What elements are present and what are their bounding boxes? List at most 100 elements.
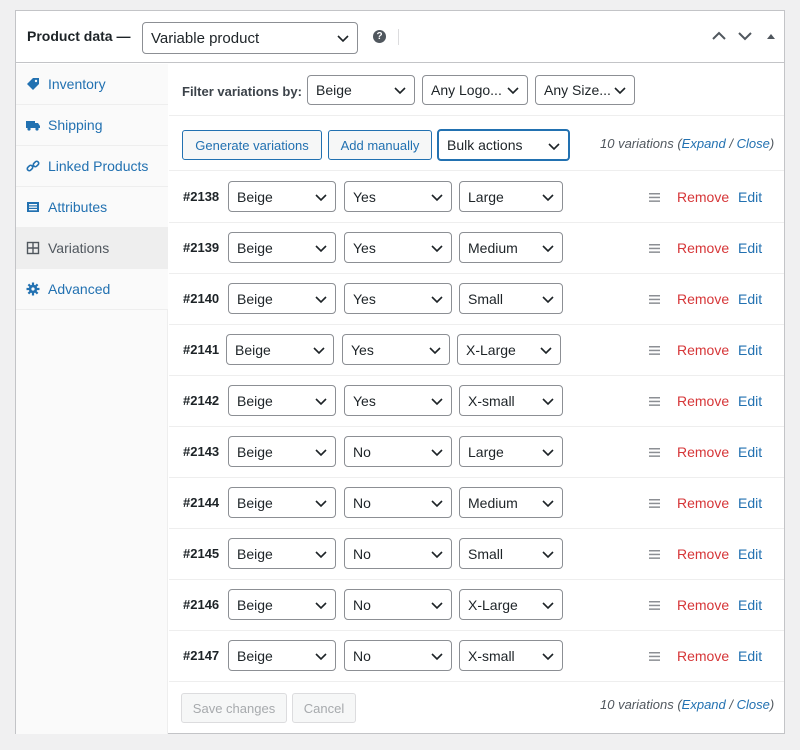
variation-logo-select[interactable]: Yes [344, 181, 452, 212]
variation-size-select[interactable]: X-Large [459, 589, 563, 620]
variation-color-select[interactable]: Beige [228, 487, 336, 518]
remove-variation-link[interactable]: Remove [677, 546, 729, 562]
edit-variation-link[interactable]: Edit [738, 444, 762, 460]
variation-color-select[interactable]: Beige [228, 436, 336, 467]
variations-count-footer: 10 variations (Expand / Close) [600, 697, 775, 712]
variation-logo-select[interactable]: No [344, 538, 452, 569]
filter-color-select[interactable]: Beige [307, 75, 415, 105]
drag-handle-icon[interactable] [649, 448, 660, 457]
edit-variation-link[interactable]: Edit [738, 648, 762, 664]
edit-variation-link[interactable]: Edit [738, 495, 762, 511]
variation-color-select[interactable]: Beige [228, 640, 336, 671]
variation-logo-select[interactable]: No [344, 436, 452, 467]
variation-logo-select[interactable]: Yes [344, 283, 452, 314]
remove-variation-link[interactable]: Remove [677, 648, 729, 664]
remove-variation-link[interactable]: Remove [677, 342, 729, 358]
filter-size-select[interactable]: Any Size... [535, 75, 635, 105]
edit-variation-link[interactable]: Edit [738, 240, 762, 256]
tab-attributes[interactable]: Attributes [16, 187, 168, 228]
variation-logo-select[interactable]: No [344, 589, 452, 620]
close-link[interactable]: Close [737, 136, 770, 151]
variation-id: #2138 [183, 189, 220, 204]
close-link[interactable]: Close [737, 697, 770, 712]
drag-handle-icon[interactable] [649, 244, 660, 253]
variation-logo-select[interactable]: Yes [342, 334, 450, 365]
tab-variations[interactable]: Variations [16, 228, 168, 269]
product-type-select[interactable]: Variable product [142, 22, 358, 54]
variation-size-select[interactable]: Medium [459, 232, 563, 263]
tab-label: Variations [48, 240, 110, 256]
variation-color-select[interactable]: Beige [228, 283, 336, 314]
variation-size-select[interactable]: Large [459, 181, 563, 212]
drag-handle-icon[interactable] [649, 499, 660, 508]
variation-size-select[interactable]: Small [459, 283, 563, 314]
save-changes-button[interactable]: Save changes [181, 693, 287, 723]
variation-color-select[interactable]: Beige [228, 181, 336, 212]
move-down-icon[interactable] [738, 31, 752, 41]
drag-handle-icon[interactable] [649, 397, 660, 406]
variation-color-value: Beige [235, 341, 271, 358]
variation-row: #2141 Beige Yes X-Large Remove Edit [169, 325, 784, 376]
filter-bar: Filter variations by: Beige Any Logo... … [169, 64, 784, 116]
remove-variation-link[interactable]: Remove [677, 291, 729, 307]
chevron-down-icon [431, 551, 443, 559]
tab-inventory[interactable]: Inventory [16, 64, 168, 105]
drag-handle-icon[interactable] [649, 601, 660, 610]
filter-logo-select[interactable]: Any Logo... [422, 75, 528, 105]
variation-logo-select[interactable]: Yes [344, 385, 452, 416]
cancel-button[interactable]: Cancel [292, 693, 356, 723]
remove-variation-link[interactable]: Remove [677, 393, 729, 409]
drag-handle-icon[interactable] [649, 550, 660, 559]
expand-link[interactable]: Expand [682, 697, 726, 712]
variation-size-select[interactable]: Large [459, 436, 563, 467]
variation-logo-select[interactable]: No [344, 487, 452, 518]
edit-variation-link[interactable]: Edit [738, 189, 762, 205]
edit-variation-link[interactable]: Edit [738, 342, 762, 358]
edit-variation-link[interactable]: Edit [738, 597, 762, 613]
variation-color-select[interactable]: Beige [228, 589, 336, 620]
generate-variations-button[interactable]: Generate variations [182, 130, 322, 160]
variation-color-value: Beige [237, 290, 273, 307]
variation-logo-select[interactable]: No [344, 640, 452, 671]
variation-color-select[interactable]: Beige [228, 232, 336, 263]
variation-size-value: X-small [468, 392, 515, 409]
tab-shipping[interactable]: Shipping [16, 105, 168, 146]
variation-size-value: Small [468, 290, 504, 307]
variation-color-select[interactable]: Beige [228, 538, 336, 569]
variation-size-select[interactable]: X-Large [457, 334, 561, 365]
remove-variation-link[interactable]: Remove [677, 240, 729, 256]
variation-logo-select[interactable]: Yes [344, 232, 452, 263]
chevron-down-icon [315, 551, 327, 559]
expand-link[interactable]: Expand [682, 136, 726, 151]
remove-variation-link[interactable]: Remove [677, 444, 729, 460]
add-manually-button[interactable]: Add manually [328, 130, 432, 160]
toggle-panel-icon[interactable] [766, 31, 776, 41]
tab-advanced[interactable]: Advanced [16, 269, 168, 310]
chevron-down-icon [542, 653, 554, 661]
drag-handle-icon[interactable] [649, 295, 660, 304]
help-icon[interactable]: ? [373, 30, 386, 43]
move-up-icon[interactable] [712, 31, 726, 41]
variation-color-select[interactable]: Beige [226, 334, 334, 365]
edit-variation-link[interactable]: Edit [738, 291, 762, 307]
remove-variation-link[interactable]: Remove [677, 189, 729, 205]
bulk-actions-select[interactable]: Bulk actions [437, 129, 570, 161]
variation-size-select[interactable]: X-small [459, 640, 563, 671]
variation-color-value: Beige [237, 392, 273, 409]
tab-linked-products[interactable]: Linked Products [16, 146, 168, 187]
drag-handle-icon[interactable] [649, 193, 660, 202]
product-data-tabs: Inventory Shipping Linked Products Attri… [16, 64, 168, 734]
remove-variation-link[interactable]: Remove [677, 495, 729, 511]
drag-handle-icon[interactable] [649, 346, 660, 355]
remove-variation-link[interactable]: Remove [677, 597, 729, 613]
edit-variation-link[interactable]: Edit [738, 546, 762, 562]
drag-handle-icon[interactable] [649, 652, 660, 661]
chevron-down-icon [394, 87, 406, 95]
chevron-down-icon [315, 500, 327, 508]
variation-size-select[interactable]: X-small [459, 385, 563, 416]
variation-size-select[interactable]: Small [459, 538, 563, 569]
variation-size-select[interactable]: Medium [459, 487, 563, 518]
variation-color-select[interactable]: Beige [228, 385, 336, 416]
edit-variation-link[interactable]: Edit [738, 393, 762, 409]
link-separator: / [729, 697, 734, 712]
